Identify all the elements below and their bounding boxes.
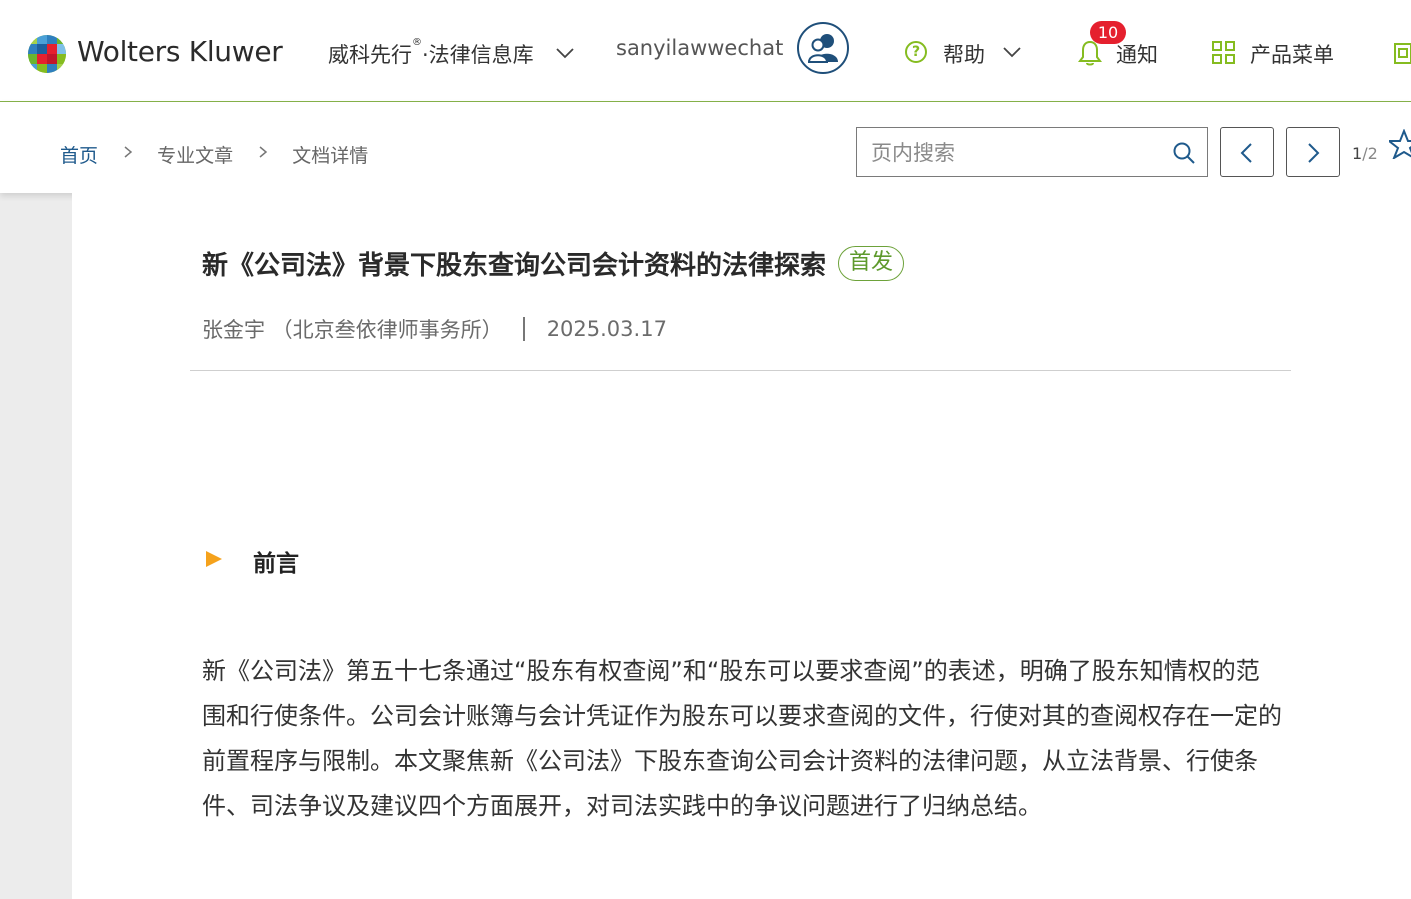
header-divider <box>190 370 1291 371</box>
breadcrumb: 首页 专业文章 文档详情 <box>60 141 368 168</box>
products-label: 产品菜单 <box>1250 43 1334 67</box>
section-title: 前言 <box>253 551 299 577</box>
article-meta: 张金宇 （北京叁依律师事务所） 2025.03.17 <box>202 314 667 344</box>
toolbar: 首页 专业文章 文档详情 1/2 <box>0 102 1411 193</box>
page-total: /2 <box>1362 144 1378 163</box>
breadcrumb-current: 文档详情 <box>292 145 369 167</box>
triangle-right-icon <box>206 551 222 567</box>
article-title: 新《公司法》背景下股东查询公司会计资料的法律探索 <box>202 251 827 281</box>
product-suffix: ·法律信息库 <box>422 43 534 67</box>
registered-mark: ® <box>412 37 422 48</box>
avatar[interactable] <box>797 22 849 74</box>
document-panel: 新《公司法》背景下股东查询公司会计资料的法律探索 首发 张金宇 （北京叁依律师事务… <box>72 193 1411 899</box>
notify-label: 通知 <box>1116 43 1158 67</box>
breadcrumb-section[interactable]: 专业文章 <box>157 141 233 168</box>
chevron-right-icon <box>124 146 133 158</box>
page-indicator: 1/2 <box>1352 144 1378 163</box>
previous-match-button[interactable] <box>1220 127 1274 177</box>
username-label[interactable]: sanyilawwechat <box>616 36 783 60</box>
breadcrumb-home[interactable]: 首页 <box>60 141 98 168</box>
search-input[interactable] <box>869 136 1163 170</box>
wolters-kluwer-logo[interactable] <box>27 34 67 74</box>
article-header: 新《公司法》背景下股东查询公司会计资料的法律探索 首发 <box>202 245 905 282</box>
meta-divider <box>522 317 525 341</box>
product-switcher[interactable]: 威科先行®·法律信息库 <box>328 37 534 69</box>
top-header: Wolters Kluwer 威科先行®·法律信息库 sanyilawwecha… <box>0 0 1411 102</box>
page-search-box <box>856 127 1208 177</box>
article-date: 2025.03.17 <box>546 317 667 341</box>
notification-count-badge: 10 <box>1090 21 1126 44</box>
article-paragraph: 新《公司法》第五十七条通过“股东有权查阅”和“股东可以要求查阅”的表述，明确了股… <box>202 657 1282 820</box>
question-circle-icon: ? <box>905 41 927 63</box>
clipboard-icon[interactable] <box>1393 41 1411 65</box>
search-icon[interactable] <box>1172 141 1196 165</box>
chevron-right-icon <box>1308 143 1320 163</box>
chevron-down-icon <box>1003 47 1021 58</box>
first-release-tag: 首发 <box>838 246 905 281</box>
star-icon[interactable] <box>1389 129 1411 159</box>
chevron-down-icon[interactable] <box>555 46 575 60</box>
next-match-button[interactable] <box>1286 127 1340 177</box>
user-group-icon <box>808 34 838 63</box>
article-author[interactable]: 张金宇 （北京叁依律师事务所） <box>202 318 503 342</box>
help-label: 帮助 <box>943 43 985 67</box>
page-current: 1 <box>1352 144 1363 163</box>
brand-name: Wolters Kluwer <box>77 35 283 68</box>
chevron-left-icon <box>1240 143 1252 163</box>
product-name: 威科先行 <box>328 43 412 67</box>
grid-icon <box>1212 41 1235 64</box>
chevron-right-icon <box>259 146 268 158</box>
